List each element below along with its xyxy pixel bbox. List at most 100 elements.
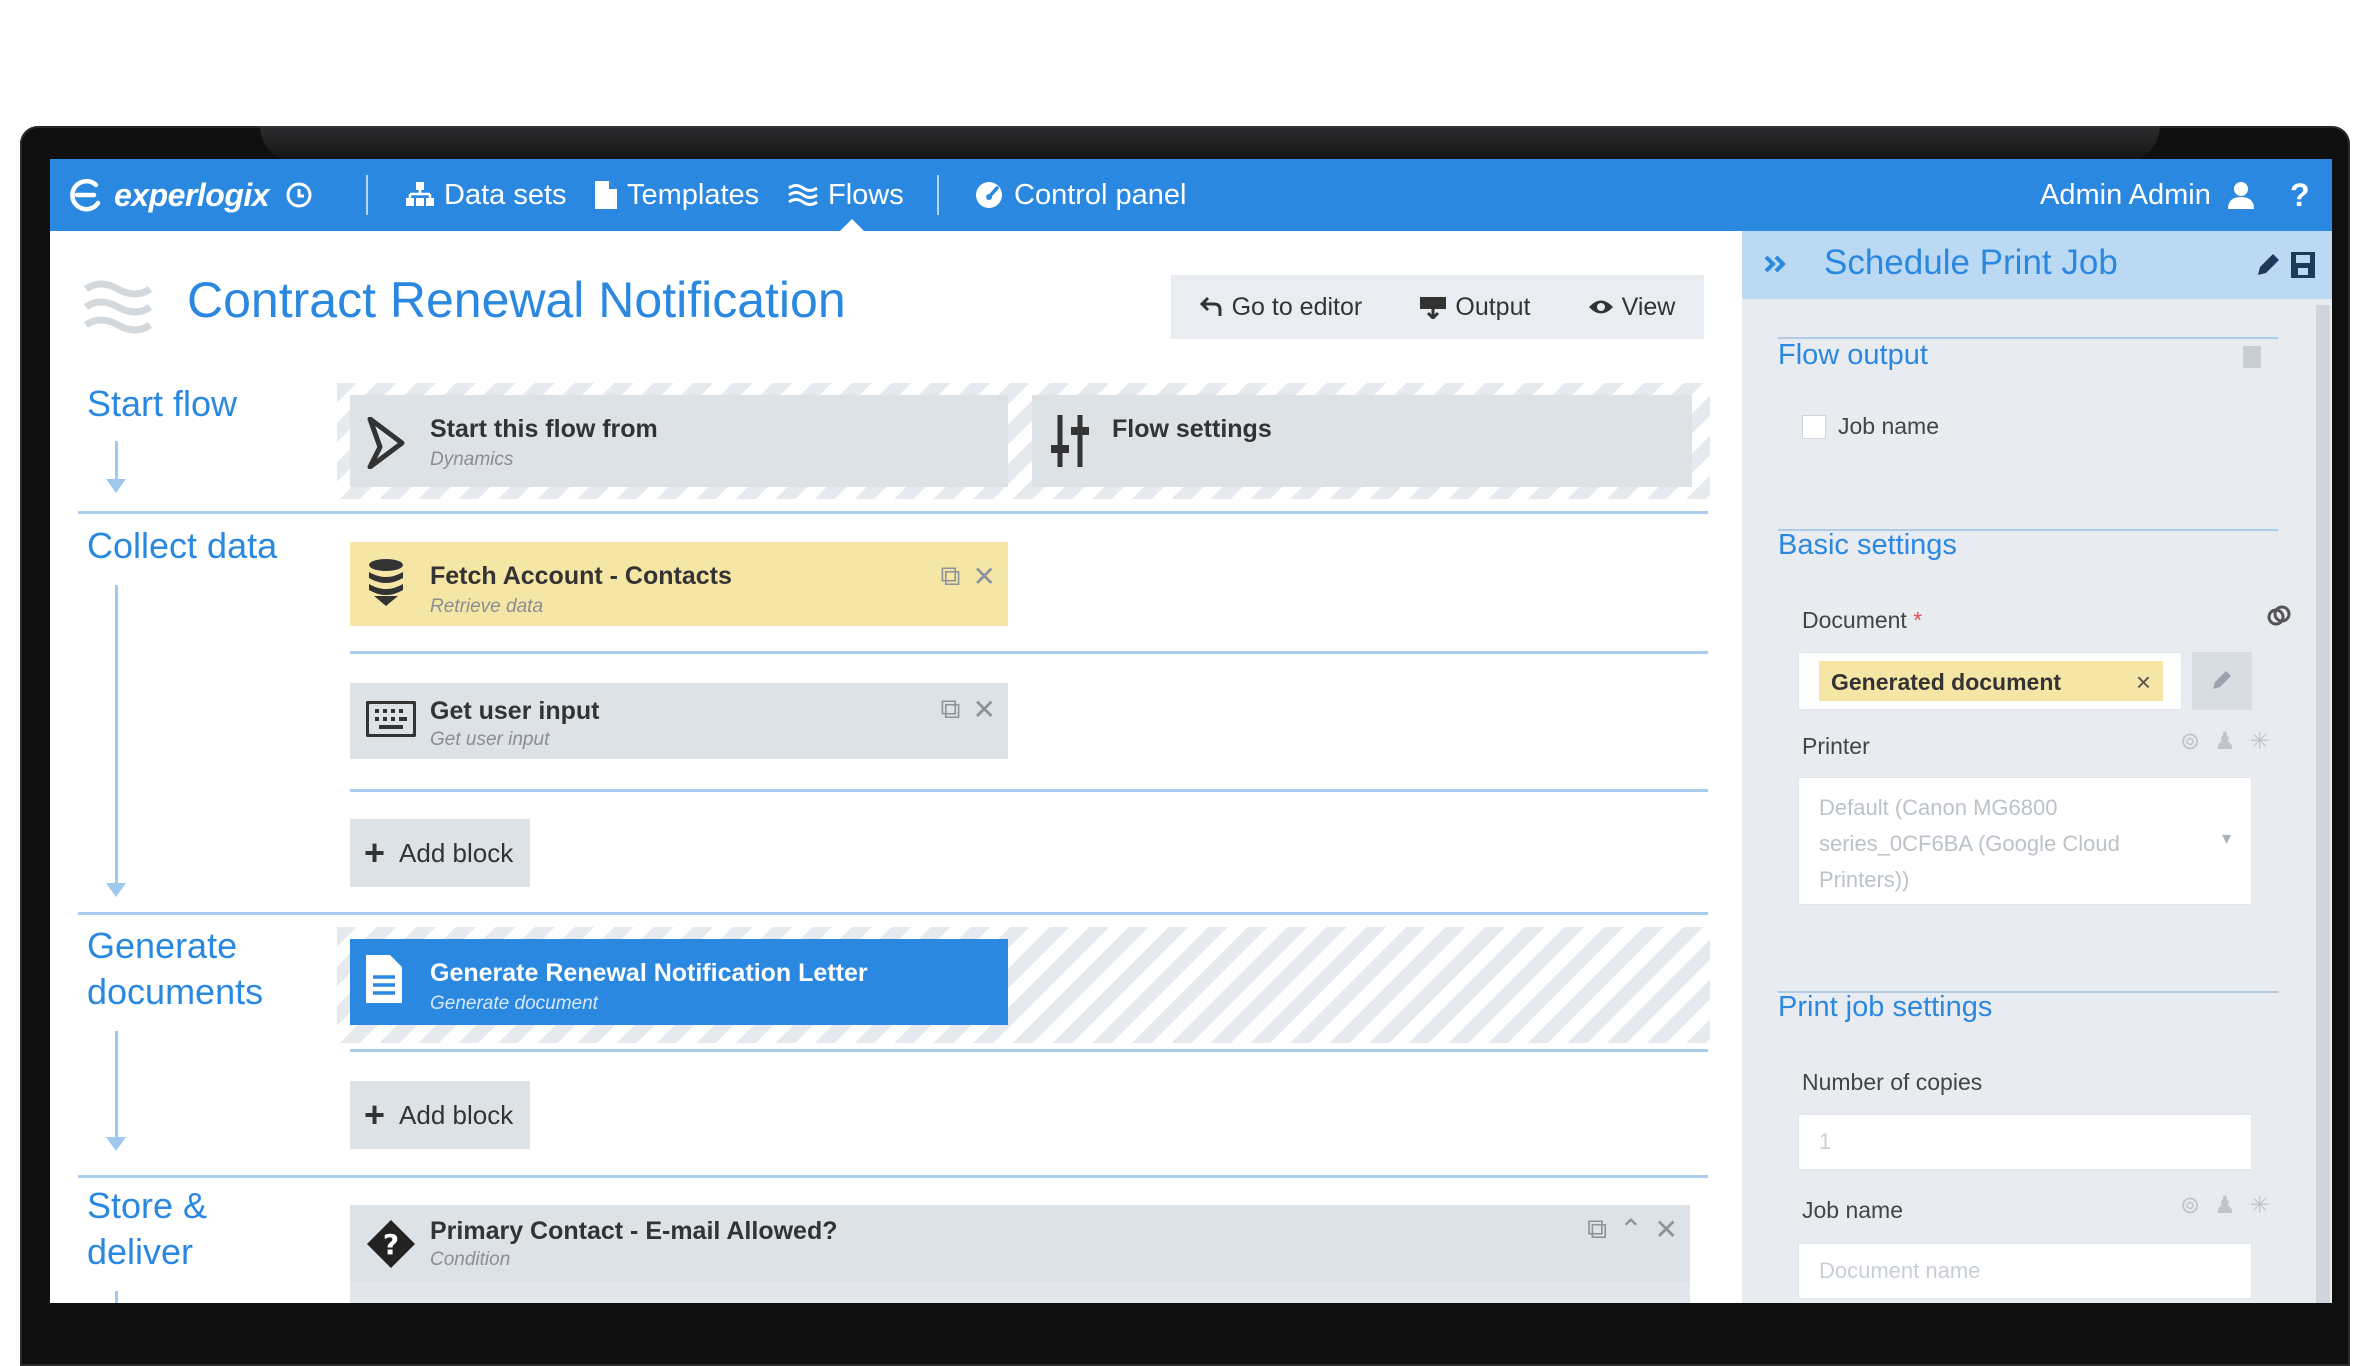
properties-panel: Schedule Print Job Flow output Job name … xyxy=(1742,231,2332,1303)
edit-document-button[interactable] xyxy=(2192,652,2252,710)
duplicate-icon[interactable]: ⧉ xyxy=(1587,1213,1607,1246)
add-block-label: Add block xyxy=(399,837,514,868)
duplicate-icon[interactable]: ⧉ xyxy=(941,693,961,726)
panel-header: Schedule Print Job xyxy=(1742,231,2332,299)
brand-logo[interactable]: experlogix xyxy=(68,159,313,231)
start-this-flow-from-block[interactable]: Start this flow from Dynamics xyxy=(350,395,1008,487)
app-screen: experlogix Data sets Templates Flows Con… xyxy=(50,159,2332,1303)
help-button[interactable]: ? xyxy=(2290,159,2310,231)
section-arrow-head xyxy=(106,1137,126,1151)
condition-container: ? Primary Contact - E-mail Allowed? Cond… xyxy=(350,1205,1690,1303)
add-block-button[interactable]: + Add block xyxy=(350,1081,530,1149)
flows-icon xyxy=(788,184,818,206)
print-job-settings-heading: Print job settings xyxy=(1778,991,1993,1023)
job-name-checkbox[interactable] xyxy=(1802,415,1826,439)
nav-separator xyxy=(937,175,939,215)
add-block-label: Add block xyxy=(399,1099,514,1130)
section-arrow xyxy=(115,585,118,885)
section-start-flow: Start flow xyxy=(87,383,238,424)
job-name-checkbox-label: Job name xyxy=(1838,413,1940,439)
flow-settings-block[interactable]: Flow settings xyxy=(1032,395,1692,487)
user-icon[interactable]: ♟ xyxy=(2214,727,2236,756)
block-subtitle: Retrieve data xyxy=(430,596,544,617)
printer-label: Printer xyxy=(1802,733,1870,759)
link-icon[interactable]: ⊚ xyxy=(2180,1191,2200,1220)
document-select[interactable]: Generated document × xyxy=(1798,652,2182,710)
close-icon[interactable]: ✕ xyxy=(973,693,996,726)
fetch-account-contacts-block[interactable]: Fetch Account - Contacts Retrieve data ⧉… xyxy=(350,542,1008,626)
asterisk-icon[interactable]: ✳ xyxy=(2250,1191,2270,1220)
collapse-chevron-icon[interactable]: ⌃ xyxy=(1619,1213,1642,1246)
required-asterisk: * xyxy=(1913,607,1923,633)
plus-icon: + xyxy=(364,1094,386,1135)
block-subtitle: Get user input xyxy=(430,729,550,750)
clock-icon[interactable] xyxy=(285,181,313,209)
plus-icon: + xyxy=(364,832,386,873)
svg-text:?: ? xyxy=(383,1228,399,1261)
user-menu[interactable]: Admin Admin xyxy=(2040,159,2255,231)
basic-settings-heading: Basic settings xyxy=(1778,529,1957,561)
nav-templates[interactable]: Templates xyxy=(595,159,759,231)
generate-renewal-letter-block[interactable]: Generate Renewal Notification Letter Gen… xyxy=(350,939,1008,1025)
section-arrow xyxy=(115,1031,118,1141)
nav-data-sets[interactable]: Data sets xyxy=(406,159,567,231)
double-chevron-right-icon[interactable] xyxy=(1764,255,1786,273)
printer-value: Default (Canon MG6800 series_0CF6BA (Goo… xyxy=(1819,790,2120,898)
pencil-icon xyxy=(2213,671,2231,689)
section-label-line: Generate xyxy=(87,925,238,966)
nav-templates-label: Templates xyxy=(627,178,760,211)
printer-select[interactable]: Default (Canon MG6800 series_0CF6BA (Goo… xyxy=(1798,777,2252,905)
flow-watermark-icon xyxy=(83,280,153,334)
flow-canvas: Contract Renewal Notification Go to edit… xyxy=(50,231,1742,1303)
logo-text: experlogix xyxy=(114,176,270,213)
job-name-input[interactable]: Document name xyxy=(1798,1243,2252,1299)
output-icon xyxy=(1420,297,1447,319)
block-divider xyxy=(350,1049,1708,1052)
close-icon[interactable]: ✕ xyxy=(1655,1213,1678,1246)
block-actions: ⧉ ✕ xyxy=(941,693,996,726)
file-icon xyxy=(595,181,617,209)
get-user-input-block[interactable]: Get user input Get user input ⧉ ✕ xyxy=(350,683,1008,759)
printer-field-actions: ⊚ ♟ ✳ xyxy=(2180,727,2270,756)
add-block-button[interactable]: + Add block xyxy=(350,819,530,887)
sliders-icon xyxy=(1051,415,1089,467)
save-icon[interactable] xyxy=(2290,251,2316,279)
block-title: Generate Renewal Notification Letter xyxy=(430,959,868,987)
nav-control-panel[interactable]: Control panel xyxy=(974,159,1187,231)
section-generate-documents: Generate documents xyxy=(87,923,263,1015)
section-divider xyxy=(78,912,1708,915)
dynamics-icon xyxy=(367,417,405,469)
eye-icon xyxy=(1588,300,1613,314)
section-arrow-head xyxy=(106,479,126,493)
output-button[interactable]: Output xyxy=(1419,293,1530,322)
document-label: Document * xyxy=(1802,607,1922,634)
duplicate-icon[interactable]: ⧉ xyxy=(941,560,961,593)
job-name-label: Job name xyxy=(1802,1197,1904,1223)
block-actions: ⧉ ⌃ ✕ xyxy=(1587,1213,1678,1246)
link-icon[interactable] xyxy=(2266,603,2292,629)
nav-separator xyxy=(366,175,368,215)
remove-token-icon[interactable]: × xyxy=(2136,667,2151,698)
section-divider xyxy=(78,1175,1708,1178)
panel-scrollbar[interactable] xyxy=(2316,305,2330,1303)
document-label-text: Document xyxy=(1802,607,1907,633)
copies-input[interactable]: 1 xyxy=(1798,1114,2252,1170)
link-icon[interactable]: ⊚ xyxy=(2180,727,2200,756)
asterisk-icon[interactable]: ✳ xyxy=(2250,727,2270,756)
section-label-line: Store & xyxy=(87,1185,208,1226)
printer-value-line: Printers)) xyxy=(1819,867,1910,892)
go-to-editor-button[interactable]: Go to editor xyxy=(1199,293,1362,322)
block-title: Flow settings xyxy=(1112,415,1272,443)
block-subtitle: Generate document xyxy=(430,993,598,1014)
block-divider xyxy=(350,651,1708,654)
pencil-icon[interactable] xyxy=(2254,251,2282,279)
block-subtitle: Dynamics xyxy=(430,449,514,470)
page-title: Contract Renewal Notification xyxy=(187,272,846,328)
panel-title: Schedule Print Job xyxy=(1824,243,2118,282)
section-label-line: deliver xyxy=(87,1231,194,1272)
close-icon[interactable]: ✕ xyxy=(973,560,996,593)
nav-flows-label: Flows xyxy=(828,178,904,211)
user-icon[interactable]: ♟ xyxy=(2214,1191,2236,1220)
gauge-icon xyxy=(976,182,1002,208)
view-button[interactable]: View xyxy=(1588,293,1675,322)
